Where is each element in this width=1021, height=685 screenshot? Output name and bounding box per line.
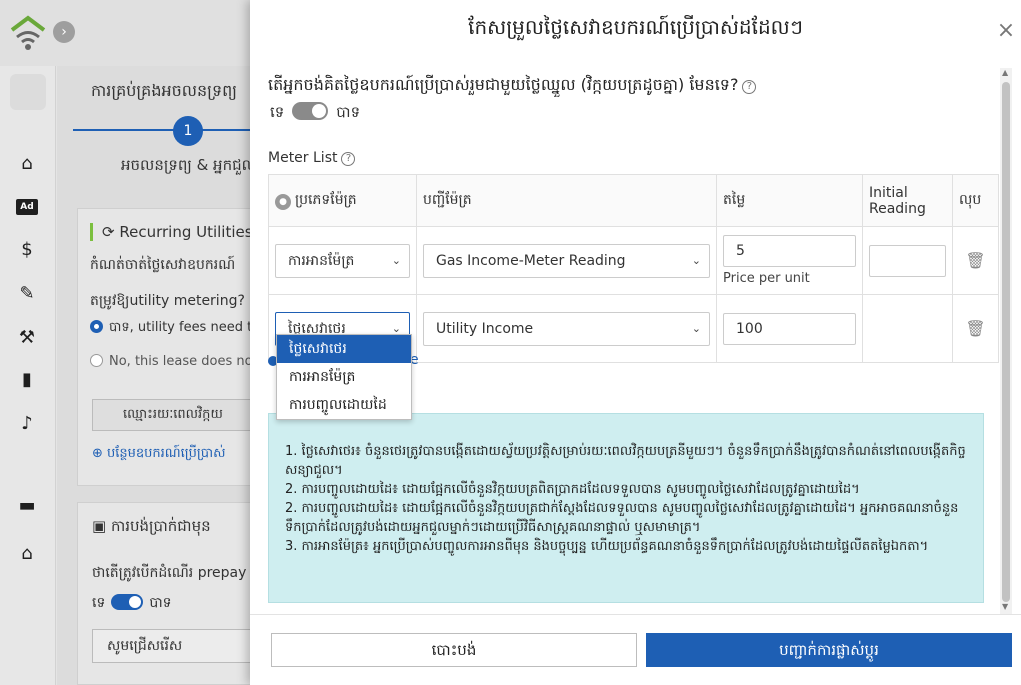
bar-chart-icon[interactable]: ▮ [15,368,39,392]
collapse-sidebar-icon[interactable]: › [53,21,75,43]
recurring-utilities-card: ⟳ Recurring Utilities កំណត់ចាត់ថ្លៃសេវាឧ… [77,208,257,486]
initial-reading-input[interactable] [869,244,946,277]
modal-scrollbar[interactable]: ▲ ▼ [1000,68,1012,614]
meter-type-dropdown[interactable]: ថ្លៃសេវាថេរ ការអានម៉ែត្រ ការបញ្ចូលដោយដៃ [276,334,412,420]
price-input[interactable]: 5 [723,235,856,267]
chevron-down-icon: ⌄ [691,321,701,335]
initial-reading-cell [862,226,953,295]
header-meter-list: បញ្ជីម៉ែត្រ [416,174,717,227]
billing-period-button[interactable]: ឈ្មោះរយៈពេលវិក្កយ [92,399,257,431]
combine-billing-question: តើអ្នកចង់គិតថ្លៃឧបករណ៍ប្រើប្រាស់រួមជាមួយ… [268,74,757,98]
price-cell: 100 [716,294,863,363]
combine-billing-toggle[interactable] [292,102,329,120]
recurring-card-title: ⟳ Recurring Utilities [102,223,253,241]
scroll-up-icon[interactable]: ▲ [1002,68,1008,77]
modal-title: កែសម្រួលថ្លៃសេវាឧបករណ៍ប្រើប្រាស់ដដែលៗ [468,15,803,39]
delete-cell: 🗑 [952,294,999,363]
house-settings-icon[interactable]: ⌂ [15,542,39,566]
meter-list-cell: Utility Income ⌄ [416,294,717,363]
brand-logo-icon [10,74,46,110]
dropdown-option[interactable]: ថ្លៃសេវាថេរ [277,335,411,363]
bed-icon[interactable]: ▬ [15,494,39,518]
header-price: តម្លៃ [716,174,863,227]
meter-list-select[interactable]: Utility Income ⌄ [423,311,710,346]
home-icon[interactable]: ⌂ [15,152,39,176]
table-header-row: ● ប្រភេទម៉ែត្រ បញ្ជីម៉ែត្រ តម្លៃ Initial … [268,174,999,227]
radio-selected-icon[interactable] [90,320,103,333]
initial-reading-cell [862,294,953,363]
recurring-card-line: កំណត់ចាត់ថ្លៃសេវាឧបករណ៍ [90,257,236,273]
header-initial-reading: Initial Reading [862,174,953,227]
dollar-icon[interactable]: $ [15,238,39,262]
help-icon[interactable]: ? [742,80,757,94]
dropdown-option[interactable]: ការអានម៉ែត្រ [277,363,411,391]
option-yes[interactable]: បាទ, utility fees need to [90,319,257,338]
wrench-icon[interactable]: ⚒ [15,326,39,350]
confirm-changes-button[interactable]: បញ្ជាក់ការផ្លាស់ប្តូរ [646,633,1012,667]
prepay-toggle-row: ទេ បាទ [92,594,172,611]
radio-unselected-icon[interactable] [90,354,103,367]
option-no[interactable]: No, this lease does not [90,354,257,369]
add-utility-link[interactable]: ⊕ បន្ថែមឧបករណ៍ប្រើប្រាស់ [92,445,226,464]
dropdown-option[interactable]: ការបញ្ចូលដោយដៃ [277,391,411,419]
bell-icon[interactable]: ♪ [15,412,39,436]
header-meter-type: ● ប្រភេទម៉ែត្រ [268,174,417,227]
prepay-card: ▣ ការបង់ប្រាក់ជាមុន ថាតើត្រូវបើកដំណើរ pr… [77,502,257,685]
meter-type-cell: ការអានម៉ែត្រ ⌄ [268,226,417,295]
help-icon[interactable]: ? [341,152,356,166]
meter-list-cell: Gas Income-Meter Reading ⌄ [416,226,717,295]
meter-list-label: Meter List? [268,150,356,166]
prepay-select[interactable]: សូមជ្រើសរើស [92,629,257,663]
prepay-question: ថាតើត្រូវបើកដំណើរ prepay [92,565,247,581]
metering-question: តម្រូវឱ្យutility metering? [90,293,245,309]
cancel-button[interactable]: បោះបង់ [271,633,637,667]
page-heading: ការគ្រប់គ្រងអចលនទ្រព្យ [91,81,238,100]
scroll-thumb[interactable] [1002,82,1010,602]
chevron-down-icon: ⌄ [391,253,401,267]
ad-icon[interactable]: Ad [16,199,38,215]
info-line: 2. ការបញ្ចូលដោយដៃ៖ ដោយផ្អែកលើចំនួនវិក្កយ… [285,501,959,535]
close-icon[interactable]: × [993,18,1019,44]
step-label: អចលនទ្រព្យ & អ្នកជួល [121,156,256,174]
meter-type-select[interactable]: ការអានម៉ែត្រ ⌄ [275,243,410,278]
card-accent [90,223,93,241]
step-indicator: 1 [173,116,203,146]
wifi-house-logo-icon [10,15,46,50]
toggle-yes-label: បាទ [336,103,361,121]
prepay-card-title: ▣ ការបង់ប្រាក់ជាមុន [92,517,211,535]
price-input[interactable]: 100 [723,312,856,345]
info-line: 3. ការអានម៉ែត្រ៖ អ្នកប្រើប្រាស់បញ្ចូលការ… [285,539,929,554]
info-line: 1. ថ្លៃសេវាថេរ៖ ចំនួនថេរត្រូវបានបង្កើតដោ… [285,444,966,478]
header-delete: លុប [952,174,999,227]
scroll-down-icon[interactable]: ▼ [1002,602,1008,611]
meter-list-select[interactable]: Gas Income-Meter Reading ⌄ [423,243,710,278]
delete-cell: 🗑 [952,226,999,295]
price-cell: 5 Price per unit [716,226,863,295]
background-main: ការគ្រប់គ្រងអចលនទ្រព្យ 1 អចលនទ្រព្យ & អ្… [57,66,257,685]
price-per-unit-label: Price per unit [723,271,810,286]
chevron-down-icon: ⌄ [691,253,701,267]
prepay-toggle[interactable] [111,594,144,610]
toggle-no-label: ទេ [270,103,285,121]
meter-type-icon: ● [275,194,291,210]
combine-billing-toggle-row: ទេ បាទ [270,102,360,125]
info-box: 1. ថ្លៃសេវាថេរ៖ ចំនួនថេរត្រូវបានបង្កើតដោ… [268,413,984,603]
trash-icon[interactable]: 🗑 [959,251,992,270]
trash-icon[interactable]: 🗑 [959,319,992,338]
side-rail: ⌂ Ad $ ✎ ⚒ ▮ ♪ ▬ ⌂ [0,66,56,685]
table-row: ការអានម៉ែត្រ ⌄ Gas Income-Meter Reading ⌄ … [268,226,999,295]
modal-footer: បោះបង់ បញ្ជាក់ការផ្លាស់ប្តូរ [250,614,1021,685]
info-line: 2. ការបញ្ចូលដោយដៃ៖ ដោយផ្អែកលើចំនួនវិក្កយ… [285,482,860,497]
document-edit-icon[interactable]: ✎ [15,282,39,306]
step-line [73,129,257,131]
